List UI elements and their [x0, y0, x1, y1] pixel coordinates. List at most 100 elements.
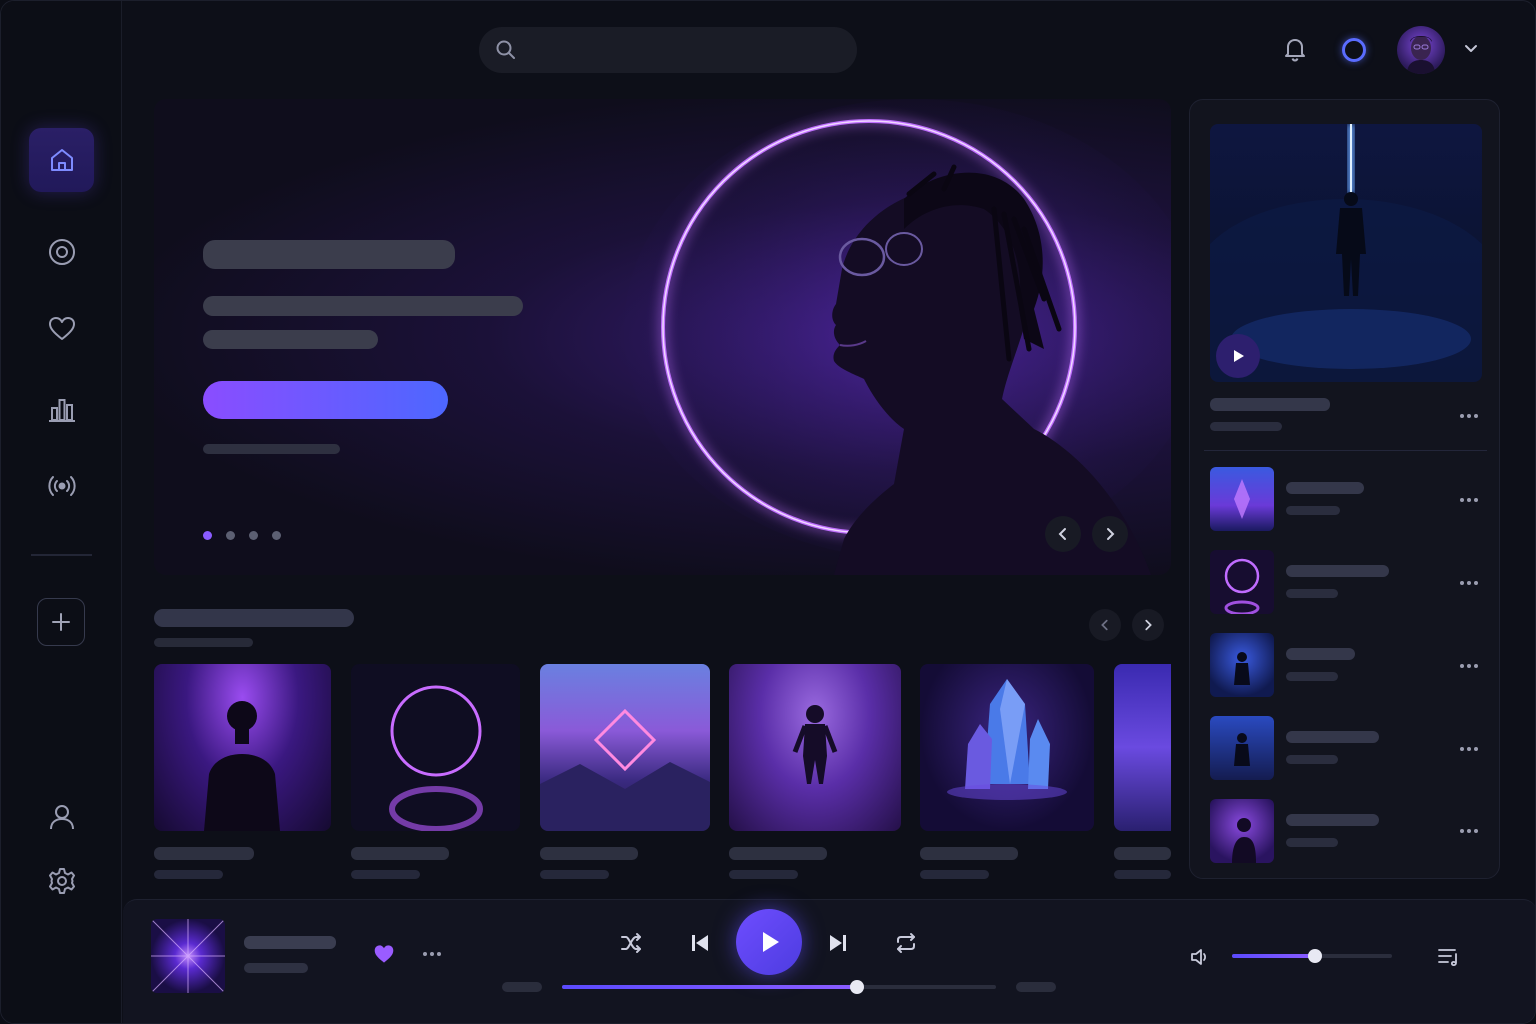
album-art-ring	[389, 685, 483, 831]
queue-title-placeholder	[1286, 814, 1379, 826]
more-options-button[interactable]	[1460, 579, 1482, 587]
album-card[interactable]	[729, 664, 901, 831]
hero-cta-button[interactable]	[203, 381, 448, 419]
status-ring-icon[interactable]	[1342, 38, 1366, 62]
sidebar-item-favorites[interactable]	[29, 297, 94, 361]
app-window	[0, 0, 1536, 1024]
featured-artwork[interactable]	[1210, 124, 1482, 382]
chevron-right-icon	[1145, 619, 1152, 631]
search-input[interactable]	[529, 35, 839, 65]
queue-thumbnail[interactable]	[1210, 467, 1274, 531]
add-button[interactable]	[37, 598, 85, 646]
more-options-button[interactable]	[1460, 745, 1482, 753]
sidebar-item-home[interactable]	[29, 128, 94, 192]
carousel-dot[interactable]	[203, 531, 212, 540]
next-button[interactable]	[824, 929, 852, 957]
chevron-left-icon	[1101, 619, 1108, 631]
card-title-placeholder	[1114, 847, 1171, 860]
queue-thumbnail[interactable]	[1210, 716, 1274, 780]
waveform-logo[interactable]	[41, 41, 83, 83]
card-subtitle-placeholder	[729, 870, 798, 879]
previous-button[interactable]	[686, 929, 714, 957]
hero-next-button[interactable]	[1092, 516, 1128, 552]
album-card[interactable]	[154, 664, 331, 831]
more-options-button[interactable]	[1460, 662, 1482, 670]
queue-title-placeholder	[1286, 482, 1364, 494]
panel-divider	[1204, 450, 1487, 451]
more-options-button[interactable]	[423, 950, 445, 958]
hero-subtitle-placeholder	[203, 296, 523, 316]
queue-thumbnail[interactable]	[1210, 799, 1274, 863]
album-card[interactable]	[920, 664, 1094, 831]
play-icon	[1234, 350, 1244, 362]
search-bar[interactable]	[479, 27, 857, 73]
queue-list-icon[interactable]	[1437, 946, 1461, 968]
bell-icon[interactable]	[1281, 35, 1309, 63]
card-subtitle-placeholder	[920, 870, 989, 879]
album-card[interactable]	[1114, 664, 1171, 831]
crystal-thumb-art	[1234, 479, 1250, 519]
more-options-button[interactable]	[1460, 496, 1482, 504]
volume-slider[interactable]	[1232, 949, 1392, 963]
play-icon	[763, 932, 779, 952]
featured-subtitle-placeholder	[1210, 422, 1282, 431]
figure-thumb-art	[1232, 818, 1256, 863]
volume-icon[interactable]	[1189, 946, 1211, 968]
elapsed-time-placeholder	[502, 982, 542, 992]
more-options-button[interactable]	[1460, 827, 1482, 835]
card-subtitle-placeholder	[351, 870, 420, 879]
progress-track[interactable]	[562, 980, 996, 994]
carousel-dot[interactable]	[226, 531, 235, 540]
volume-fill	[1232, 954, 1316, 958]
chevron-right-icon	[1107, 528, 1115, 540]
home-icon	[50, 149, 73, 171]
duration-placeholder	[1016, 982, 1056, 992]
disc-icon	[48, 239, 75, 265]
shuffle-icon	[621, 933, 641, 953]
queue-subtitle-placeholder	[1286, 506, 1340, 515]
carousel-dot[interactable]	[272, 531, 281, 540]
figure-thumb-art	[1234, 733, 1250, 766]
featured-play-button[interactable]	[1216, 334, 1260, 378]
avatar[interactable]	[1397, 26, 1445, 74]
repeat-icon	[897, 933, 915, 953]
shuffle-button[interactable]	[617, 929, 645, 957]
now-playing-cover[interactable]	[151, 919, 225, 993]
album-card[interactable]	[540, 664, 710, 831]
volume-handle[interactable]	[1308, 949, 1323, 963]
progress-handle[interactable]	[850, 980, 865, 994]
figure-thumb-art	[1234, 652, 1250, 685]
heart-icon	[48, 317, 75, 340]
queue-title-placeholder	[1286, 648, 1355, 660]
card-title-placeholder	[729, 847, 827, 860]
broadcast-icon	[47, 476, 76, 496]
chevron-down-icon[interactable]	[1461, 39, 1481, 59]
sidebar-item-settings[interactable]	[29, 849, 94, 913]
featured-title-placeholder	[1210, 398, 1330, 411]
more-options-button[interactable]	[1460, 412, 1482, 420]
hero-artwork	[624, 99, 1171, 575]
card-subtitle-placeholder	[540, 870, 609, 879]
queue-thumbnail[interactable]	[1210, 550, 1274, 614]
plus-icon	[52, 613, 70, 631]
queue-thumbnail[interactable]	[1210, 633, 1274, 697]
bar-chart-icon	[48, 399, 75, 422]
search-icon	[496, 40, 515, 59]
repeat-button[interactable]	[892, 929, 920, 957]
sidebar-item-discover[interactable]	[29, 220, 94, 284]
section-next-button[interactable]	[1132, 609, 1164, 641]
heart-filled-icon[interactable]	[373, 944, 395, 964]
sidebar-item-radio[interactable]	[29, 454, 94, 518]
carousel-dot[interactable]	[249, 531, 258, 540]
section-prev-button[interactable]	[1089, 609, 1121, 641]
player-bar	[123, 899, 1535, 1023]
sidebar-item-charts[interactable]	[29, 377, 94, 441]
sidebar-divider	[31, 554, 92, 556]
hero-prev-button[interactable]	[1045, 516, 1081, 552]
avatar-face-icon	[1407, 36, 1435, 74]
now-playing-artist-placeholder	[244, 963, 308, 973]
sidebar-item-profile[interactable]	[29, 785, 94, 849]
play-pause-button[interactable]	[736, 909, 802, 975]
album-card[interactable]	[351, 664, 520, 831]
album-art-astronaut	[792, 705, 838, 784]
